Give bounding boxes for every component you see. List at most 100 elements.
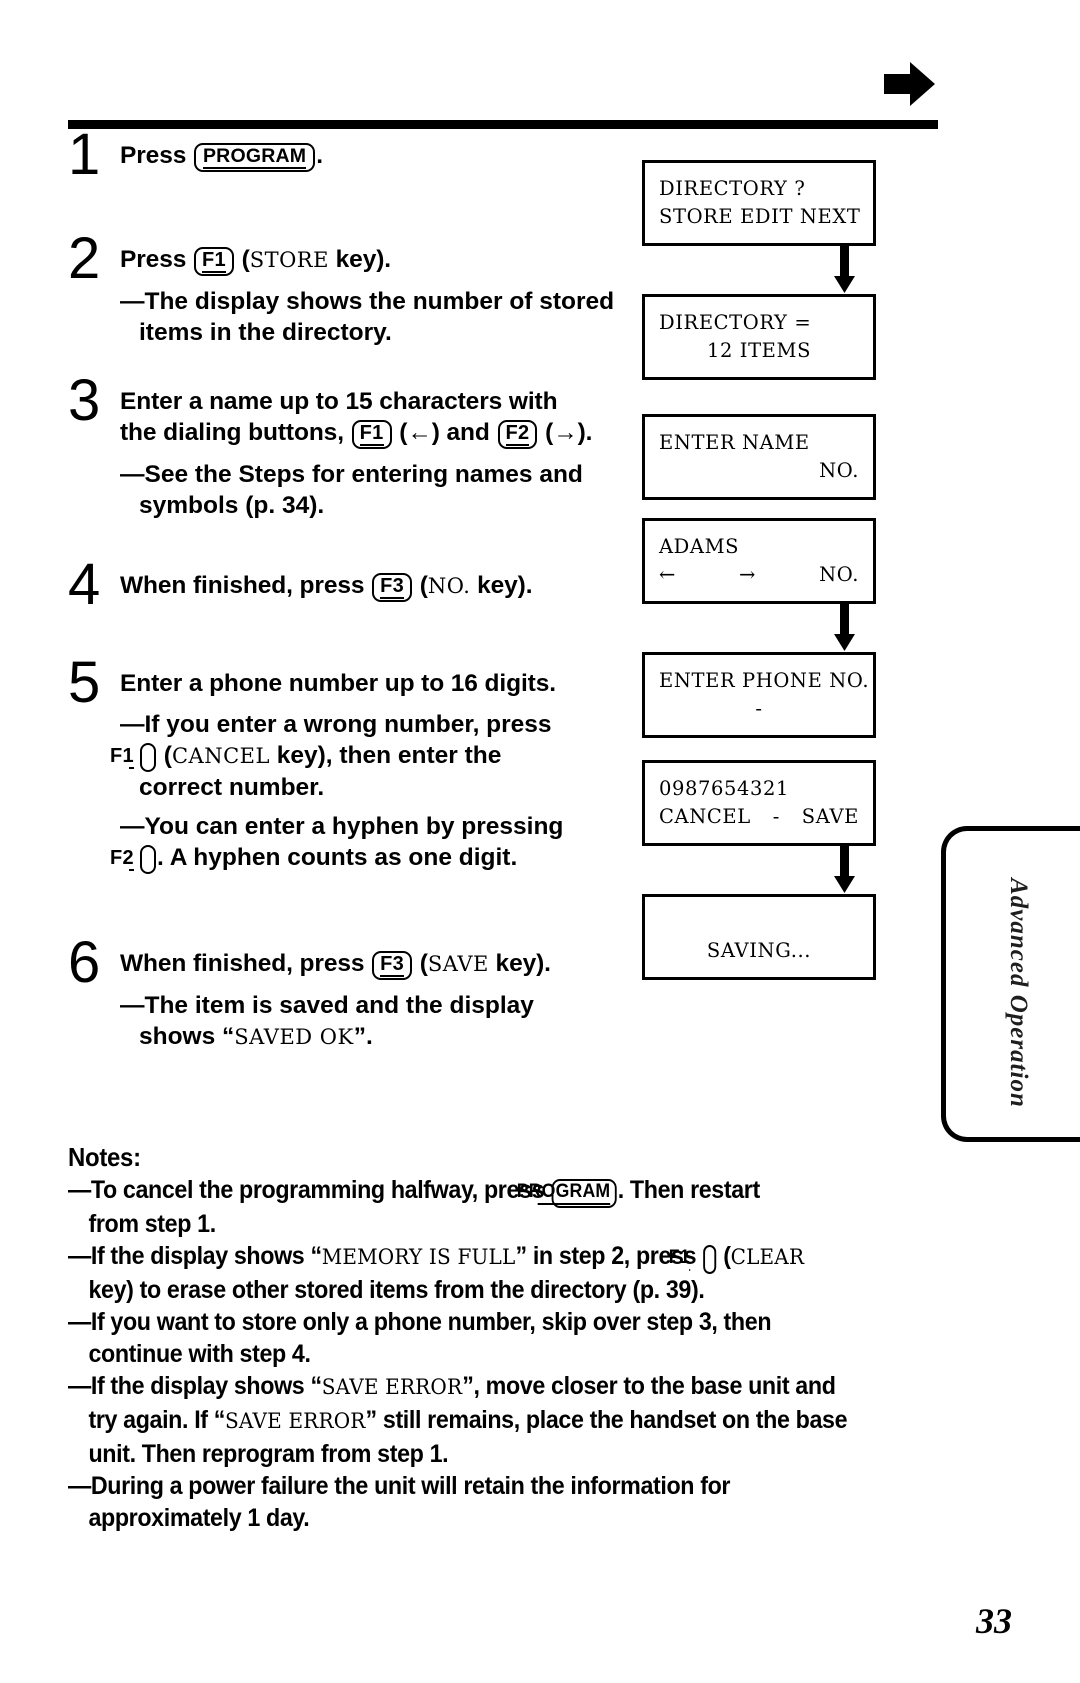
manual-page: 1 Press PROGRAM. 2 Press F1 (STORE key). —Th… — [0, 0, 1080, 1683]
step-body: Enter a name up to 15 characters with the… — [120, 386, 628, 521]
lcd-display-saving: SAVING... — [642, 894, 876, 980]
key-label: F2 — [110, 847, 134, 871]
header-rule — [68, 120, 938, 129]
key-f1[interactable]: F1 — [669, 1245, 717, 1274]
lcd-display-name-entered: ADAMS ← → NO. — [642, 518, 876, 604]
note-phone-only: —If you want to store only a phone numbe… — [68, 1308, 772, 1368]
lcd-line-1: DIRECTORY = — [659, 311, 812, 334]
key-label: F2 — [505, 422, 530, 446]
step-note: —You can enter a hyphen by pressing F2. … — [110, 811, 628, 874]
step-body: Press F1 (STORE key). —The display shows … — [120, 244, 628, 348]
flow-spacer — [642, 500, 882, 518]
step-text-line: Enter a phone number up to 16 digits. — [120, 670, 556, 697]
lcd-display-enter-name: ENTER NAME NO. — [642, 414, 876, 500]
key-f2[interactable]: F2 — [497, 420, 538, 449]
lcd-term: STORE — [249, 248, 329, 272]
step-number: 3 — [68, 368, 100, 433]
key-label: F1 — [668, 1247, 690, 1271]
step-5: 5 Enter a phone number up to 16 digits. —I… — [68, 654, 628, 874]
step-6: 6 When finished, press F3 (SAVE key). —The… — [68, 934, 628, 1053]
lcd-line-2: ← → NO. — [659, 561, 859, 589]
key-f1[interactable]: F1 — [193, 247, 234, 276]
lcd-line-2: STORE EDIT NEXT — [659, 205, 861, 228]
step-text-line: Press PROGRAM. — [120, 140, 628, 172]
section-tab: Advanced Operation — [941, 826, 1080, 1142]
step-1: 1 Press PROGRAM. — [68, 126, 628, 184]
note-save-error: —If the display shows “SAVE ERROR”, move… — [68, 1372, 848, 1468]
key-label: PROGRAM — [517, 1181, 611, 1205]
lcd-softkey-mid: - — [772, 805, 780, 828]
flow-arrow-down-icon — [642, 246, 876, 294]
note-cancel-programming: —To cancel the programming halfway, pres… — [68, 1176, 760, 1238]
lcd-term: SAVE ERROR — [224, 1409, 366, 1434]
lcd-line-2: SAVING... — [706, 939, 812, 962]
step-body: When finished, press F3 (SAVE key). —The … — [120, 948, 628, 1053]
lcd-line-2: 12 ITEMS — [706, 339, 812, 362]
note-power-failure: —During a power failure the unit will re… — [68, 1472, 731, 1532]
step-text-line: When finished, press F3 (NO. key). — [120, 570, 628, 602]
note-memory-full: —If the display shows “MEMORY IS FULL” i… — [68, 1242, 805, 1304]
step-number: 2 — [68, 226, 100, 291]
step-number: 6 — [68, 930, 100, 995]
lcd-line-2: - — [755, 697, 763, 720]
key-label: F3 — [380, 953, 405, 977]
key-f2[interactable]: F2 — [110, 845, 156, 874]
key-f3[interactable]: F3 — [372, 951, 413, 980]
step-note: —If you enter a wrong number, press F1 (… — [110, 711, 552, 801]
key-label: F1 — [359, 422, 384, 446]
lcd-term: CANCEL — [171, 744, 270, 768]
lcd-line-1: ENTER NAME — [659, 431, 810, 454]
key-f1[interactable]: F1 — [110, 743, 156, 772]
flow-arrow-down-icon — [642, 846, 876, 894]
section-tab-label: Advanced Operation — [1005, 878, 1032, 1108]
key-program[interactable]: PROGRAM — [193, 143, 316, 172]
step-number: 1 — [68, 122, 100, 187]
lcd-line-1 — [659, 909, 859, 937]
key-program[interactable]: PROGRAM — [517, 1179, 617, 1208]
step-note: —The display shows the number of stored … — [120, 288, 615, 346]
step-3: 3 Enter a name up to 15 characters with th… — [68, 372, 628, 521]
key-f3[interactable]: F3 — [372, 573, 413, 602]
step-4: 4 When finished, press F3 (NO. key). — [68, 556, 628, 614]
lcd-line-2: NO. — [819, 459, 859, 482]
lcd-softkey-mid: → — [739, 563, 756, 586]
step-body: Press PROGRAM. — [120, 140, 628, 172]
lcd-line-2: CANCEL - SAVE — [659, 803, 859, 831]
step-note: —See the Steps for entering names and sy… — [120, 461, 583, 519]
steps-list: 1 Press PROGRAM. 2 Press F1 (STORE key). —Th… — [68, 126, 628, 1140]
page-number: 33 — [976, 1601, 1012, 1641]
lcd-softkey-left: ← — [659, 563, 676, 586]
lcd-line-1: ADAMS — [659, 535, 740, 558]
step-text-line: Press F1 (STORE key). — [120, 244, 628, 276]
notes-section: Notes: —To cancel the programming halfwa… — [68, 1140, 968, 1534]
key-label: F1 — [110, 745, 134, 769]
step-number: 5 — [68, 650, 100, 715]
flow-spacer — [642, 380, 882, 414]
notes-title: Notes: — [68, 1142, 141, 1172]
step-body: When finished, press F3 (NO. key). — [120, 570, 628, 602]
lcd-line-1: 0987654321 — [659, 777, 790, 800]
lcd-line-1: ENTER PHONE NO. — [659, 669, 870, 692]
lcd-display-enter-phone: ENTER PHONE NO. - — [642, 652, 876, 738]
flow-spacer — [642, 738, 882, 760]
lcd-term: CLEAR — [730, 1245, 805, 1270]
lcd-softkey-left: CANCEL — [659, 805, 751, 828]
lcd-term: SAVE — [427, 952, 489, 976]
display-flow: DIRECTORY ? STORE EDIT NEXT DIRECTORY = 12 … — [642, 160, 882, 980]
lcd-softkey-right: NO. — [819, 563, 859, 586]
step-note: —The item is saved and the display shows… — [120, 992, 534, 1050]
lcd-term: MEMORY IS FULL — [321, 1245, 516, 1270]
lcd-term: SAVED OK — [234, 1025, 354, 1049]
step-number: 4 — [68, 552, 100, 617]
key-f1[interactable]: F1 — [351, 420, 392, 449]
flow-arrow-down-icon — [642, 604, 876, 652]
step-body: Enter a phone number up to 16 digits. —If… — [110, 668, 628, 874]
lcd-display-directory-count: DIRECTORY = 12 ITEMS — [642, 294, 876, 380]
key-label: PROGRAM — [202, 145, 307, 169]
lcd-softkey-right: SAVE — [801, 805, 859, 828]
key-label: F3 — [380, 575, 405, 599]
key-label: F1 — [201, 249, 226, 273]
step-text-line: the dialing buttons, F1 (←) and F2 (→). — [120, 417, 628, 449]
lcd-display-phone-entered: 0987654321 CANCEL - SAVE — [642, 760, 876, 846]
lcd-line-1: DIRECTORY ? — [659, 177, 806, 200]
